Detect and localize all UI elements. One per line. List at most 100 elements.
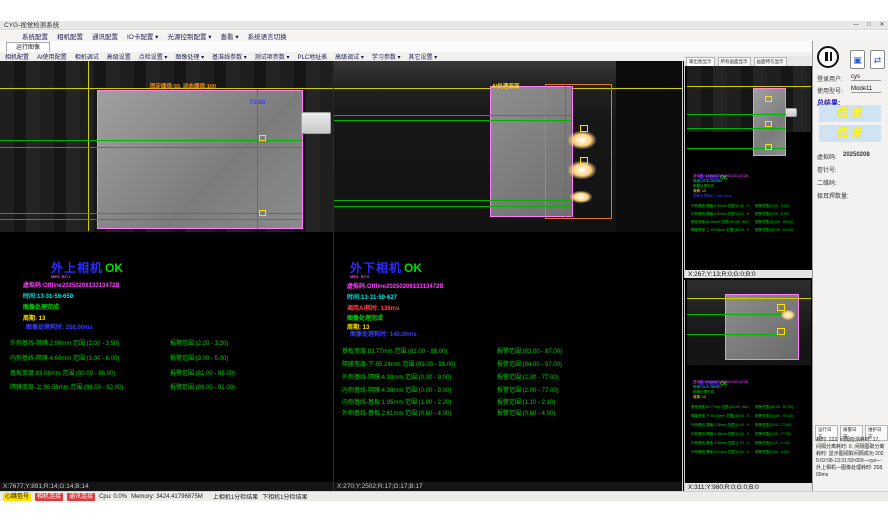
measurement-row: 基板宽度:83.06mm 范围:(80.00 - 86.00) xyxy=(10,368,115,377)
thumb-measure: 内侧基线-隔膜:4.38mm 范围:(0.00 - 9.00) xyxy=(691,432,749,437)
pause-icon xyxy=(830,52,833,61)
thumb-alarm: 报警范围:(2.00 - 77.00) xyxy=(755,432,807,437)
menu-item-view[interactable]: 查看 ▾ xyxy=(221,31,239,41)
elapsed-label: 图像处理耗时: 258.00ms xyxy=(26,322,93,331)
overlay-line xyxy=(687,334,787,335)
model-value: Mode11 xyxy=(851,86,881,93)
toolbar-ai-config[interactable]: AI使用配置 xyxy=(37,52,67,61)
toolbar-advanced-debug[interactable]: 高级调试 ▾ xyxy=(335,52,364,61)
model-label: 使用型号: xyxy=(817,86,843,95)
thumb-virtual-code: 虚拟码:Offline2025020813313472B xyxy=(693,174,803,179)
side-panel: ▣ ⇄ 登录用户: cys 使用型号: Mode11 总结果: 结 果 结 果 … xyxy=(812,41,888,491)
thumb-cycle: 周期: 13 xyxy=(693,395,803,400)
measurement-row: 内侧基线-基板:1.95mm 范围:(1.00 - 2.20) xyxy=(342,397,451,406)
overlay-line xyxy=(687,114,786,115)
measurement-row: 内侧基线-隔膜:4.38mm 范围:(0.00 - 9.00) xyxy=(342,385,451,394)
capture-button[interactable]: ▣ xyxy=(850,50,865,69)
cursor-coordinates: X:311;Y:980;R:0;G:0;B:0 xyxy=(685,483,813,491)
menu-item-io-config[interactable]: IO卡配置 ▾ xyxy=(127,31,158,41)
switch-view-button[interactable]: ⇄ xyxy=(870,50,885,69)
mes-label: MES_BT:0 xyxy=(350,274,369,279)
toolbar-baseline-params[interactable]: 基准线参数 ▾ xyxy=(212,52,247,61)
weld-count-label: 极耳焊数量: xyxy=(817,191,849,200)
measurement-row: 外侧基线-基板:2.61mm 范围:(0.60 - 4.00) xyxy=(342,408,451,417)
cursor-coordinates: X:7677;Y:891;R:14;G:14;B:14 xyxy=(0,482,333,491)
thumb-alarm: 报警范围:(94.00 - 97.00) xyxy=(755,414,807,419)
thumb-scene xyxy=(687,66,811,132)
camera-upper-image xyxy=(97,90,303,229)
alarm-range: 报警范围:(89.00 - 91.00) xyxy=(170,382,235,391)
view-tab-all[interactable]: 所有画面显示 xyxy=(718,57,751,66)
thumb-time: 时间:13-31-59-627 xyxy=(693,385,803,390)
thumb-done: 图像处理完成 xyxy=(693,390,803,395)
lower-camera-result[interactable]: 下相机1分检结果 xyxy=(262,492,307,501)
menu-item-light-config[interactable]: 光源控制配置 ▾ xyxy=(167,31,211,41)
measure-tag xyxy=(580,157,588,164)
toolbar-other-settings[interactable]: 其它设置 ▾ xyxy=(409,52,438,61)
thumb-measure: 基板宽度:83.77mm 范围:(82.00 - 88.00) xyxy=(691,405,749,410)
mes-label: MES_BT:1 xyxy=(51,274,70,279)
thumbnail-lower[interactable]: 外下相机OK 虚拟码:Offline2025020813313472B 时间:1… xyxy=(684,280,813,491)
camera-view-upper[interactable]: 固定阈值:93, 动态阈值:100 F2.88 外上相机OK MES_BT:1 … xyxy=(0,61,334,491)
measure-tag xyxy=(765,121,772,127)
thumb-alarm: 报警范围:(2.00 - 77.00) xyxy=(755,423,807,428)
thumb-alarm: 报警范围:(2.20 - 3.20) xyxy=(755,204,807,209)
toolbar-plc-table[interactable]: PLC地址表 xyxy=(297,52,327,61)
measurement-row: 内侧基线-隔膜:4.60mm 范围:(3.00 - 6.00) xyxy=(10,353,119,362)
overlay-line xyxy=(687,86,811,87)
connector-tab xyxy=(301,112,331,134)
connector-tab xyxy=(785,108,797,117)
cpu-usage: Cpu: 0.0% xyxy=(99,494,127,500)
alarm-range: 报警范围:(94.00 - 97.00) xyxy=(497,359,562,368)
overlay-line xyxy=(687,314,787,315)
measure-tag xyxy=(580,125,588,132)
measure-tag xyxy=(765,144,772,150)
toolbar-camera-debug[interactable]: 相机调试 xyxy=(75,52,99,61)
measurement-row: 外侧基线-隔膜:4.38mm 范围:(0.00 - 9.00) xyxy=(342,372,451,381)
overlay-line xyxy=(687,298,811,299)
menu-item-language[interactable]: 系统语言切换 xyxy=(248,31,287,41)
close-icon[interactable]: ✕ xyxy=(876,21,888,30)
thumb-time: 时间:13-31-59-650 xyxy=(693,179,803,184)
view-tab-output[interactable]: 输出图显示 xyxy=(686,57,715,66)
pixel-label: F2.88 xyxy=(250,100,265,106)
thumb-measure: 外侧基线-隔膜:2.99mm 范围:(2.00 - 3.50) xyxy=(691,204,749,209)
pause-button[interactable] xyxy=(817,46,839,68)
minimize-icon[interactable]: — xyxy=(850,21,862,30)
menu-item-system-config[interactable]: 系统配置 xyxy=(22,31,48,41)
thumbnail-upper[interactable]: 外上相机OK 虚拟码:Offline2025020813313472B 时间:1… xyxy=(684,66,813,278)
maximize-icon[interactable]: □ xyxy=(863,21,875,30)
thumb-measure: 内侧基线-基板:1.95mm 范围:(1.00 - 2.20) xyxy=(691,441,749,446)
toolbar-advanced-settings[interactable]: 高级设置 xyxy=(107,52,131,61)
overlay-line xyxy=(687,128,786,129)
toolbar-learning-params[interactable]: 学习参数 ▾ xyxy=(372,52,401,61)
camera-view-lower[interactable]: AI处理画面 外下相机OK MES_BT:0 虚拟码:Offline202502… xyxy=(334,61,683,491)
view-tab-closeup[interactable]: 画面特写显示 xyxy=(754,57,787,66)
measure-tag xyxy=(259,135,266,141)
toolbar-camera-config[interactable]: 相机配置 xyxy=(5,52,29,61)
result-block-2: 结 果 xyxy=(819,125,881,142)
toolbar-image-processing[interactable]: 图像处理 ▾ xyxy=(175,52,204,61)
thumb-alarm: 报警范围:(83.00 - 87.00) xyxy=(755,405,807,410)
measure-tag xyxy=(765,96,772,102)
window-title: CYG-视觉检测系统 xyxy=(4,22,59,29)
upper-camera-result[interactable]: 上相机1分检结果 xyxy=(213,492,258,501)
overlay-line xyxy=(334,115,572,116)
cursor-coordinates: X:267;Y:13;R:0;G:0;B:0 xyxy=(685,270,813,278)
weld-spot xyxy=(568,131,596,149)
heartbeat-badge: 心跳信号 xyxy=(3,493,31,501)
cycle-label: 周期: 13 xyxy=(23,313,45,322)
virtual-code: 虚拟码:Offline2025020813313472B xyxy=(347,281,444,290)
virtual-code: 虚拟码:Offline2025020813313472B xyxy=(23,280,120,289)
toolbar-test-params[interactable]: 测试项参数 ▾ xyxy=(255,52,290,61)
toolbar-spotcheck-settings[interactable]: 点检设置 ▾ xyxy=(139,52,168,61)
thumb-image xyxy=(725,294,799,360)
overlay-line xyxy=(334,206,572,207)
weld-spot xyxy=(781,310,795,320)
camera-upper-status: OK xyxy=(105,261,123,275)
menu-item-comm-config[interactable]: 通讯配置 xyxy=(92,31,118,41)
result-block-1: 结 果 xyxy=(819,105,881,122)
menu-bar: 系统配置 相机配置 通讯配置 IO卡配置 ▾ 光源控制配置 ▾ 查看 ▾ 系统语… xyxy=(0,31,888,41)
menu-item-camera-config[interactable]: 相机配置 xyxy=(57,31,83,41)
thumb-alarm: 报警范围:(81.00 - 85.00) xyxy=(755,220,807,225)
